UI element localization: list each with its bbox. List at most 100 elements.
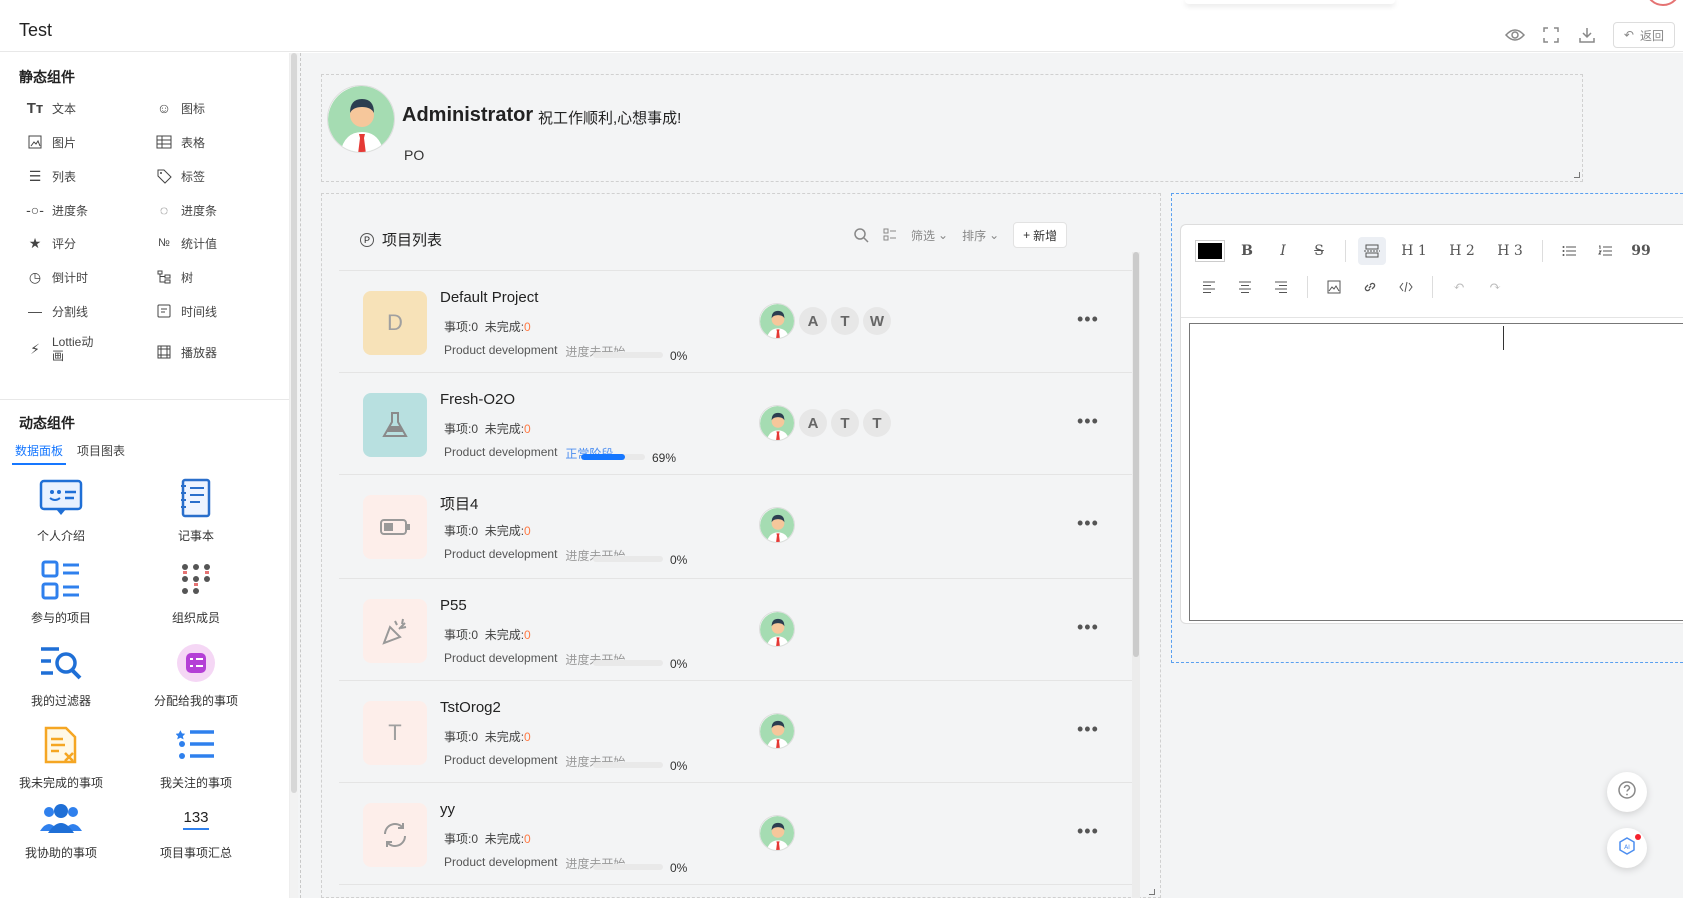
clock-icon: ◷: [28, 268, 42, 285]
progress-line-icon: -○-: [26, 202, 44, 218]
return-button[interactable]: ↶ 返回: [1612, 22, 1675, 48]
avatar[interactable]: [759, 507, 795, 543]
static-item-icon[interactable]: ☺ 图标: [155, 99, 205, 117]
quote-button[interactable]: 99: [1627, 237, 1655, 265]
add-project-button[interactable]: + 新增: [1013, 222, 1068, 248]
strikethrough-button[interactable]: S: [1305, 237, 1333, 265]
member-initial[interactable]: T: [831, 307, 859, 335]
undo-icon[interactable]: ↶: [1445, 273, 1473, 301]
member-initial[interactable]: A: [799, 307, 827, 335]
user-avatar[interactable]: [1645, 0, 1681, 6]
bullet-list-icon[interactable]: [1555, 237, 1583, 265]
more-options-icon[interactable]: •••: [1077, 411, 1099, 432]
avatar[interactable]: [759, 303, 795, 339]
project-category: Product development: [444, 343, 558, 357]
project-name: TstOrog2: [440, 699, 501, 716]
left-panel-scrollbar[interactable]: [290, 53, 298, 898]
more-options-icon[interactable]: •••: [1077, 821, 1099, 842]
member-initial[interactable]: T: [831, 409, 859, 437]
static-item-player[interactable]: 播放器: [155, 343, 217, 361]
insert-image-icon[interactable]: [1320, 273, 1348, 301]
static-item-list[interactable]: ☰ 列表: [26, 167, 76, 185]
project-toolbar: 筛选 ⌄ 排序 ⌄ + 新增: [853, 222, 1068, 248]
align-right-icon[interactable]: [1267, 273, 1295, 301]
static-item-image[interactable]: 图片: [26, 133, 76, 151]
more-options-icon[interactable]: •••: [1077, 617, 1099, 638]
download-icon[interactable]: [1577, 25, 1597, 45]
project-row[interactable]: TTstOrog2事项:0 未完成:0Product development进度…: [339, 681, 1132, 783]
horizontal-rule-icon[interactable]: [1358, 237, 1386, 265]
tab-data-panel[interactable]: 数据面板: [12, 442, 67, 465]
welcome-widget[interactable]: [321, 74, 1583, 182]
ordered-list-icon[interactable]: [1591, 237, 1619, 265]
unfinished-doc-icon: [38, 722, 84, 768]
static-item-countdown[interactable]: ◷ 倒计时: [26, 268, 88, 286]
static-item-rate[interactable]: ★ 评分: [26, 234, 76, 252]
static-item-text[interactable]: Tт 文本: [26, 99, 76, 117]
dyn-item-org-members[interactable]: 组织成员: [131, 557, 261, 626]
resize-handle[interactable]: [1574, 172, 1580, 178]
dyn-item-notebook[interactable]: 记事本: [131, 475, 261, 544]
avatar[interactable]: [759, 611, 795, 647]
dyn-item-summary[interactable]: 133 项目事项汇总: [131, 800, 261, 861]
dyn-item-unfinished[interactable]: 我未完成的事项: [0, 722, 126, 791]
dyn-item-assisted[interactable]: 我协助的事项: [0, 800, 126, 861]
member-initial[interactable]: W: [863, 307, 891, 335]
resize-handle[interactable]: [1149, 889, 1155, 895]
avatar[interactable]: [759, 713, 795, 749]
dyn-item-my-projects[interactable]: 参与的项目: [0, 557, 126, 626]
static-item-progress-line[interactable]: -○- 进度条: [26, 201, 88, 219]
layout-toggle-icon[interactable]: [883, 228, 897, 242]
project-row[interactable]: P55事项:0 未完成:0Product development进度未开始0%•…: [339, 579, 1132, 681]
avatar[interactable]: [759, 405, 795, 441]
more-options-icon[interactable]: •••: [1077, 719, 1099, 740]
project-row[interactable]: D Default Project 事项:0 未完成:0 Product develo…: [339, 271, 1132, 373]
project-p-icon: P: [360, 232, 374, 247]
avatar[interactable]: [759, 815, 795, 851]
text-color-picker[interactable]: [1195, 240, 1225, 262]
editor-content-area[interactable]: [1189, 323, 1683, 621]
search-icon[interactable]: [853, 227, 869, 243]
preview-eye-icon[interactable]: [1504, 25, 1525, 45]
heading-3-button[interactable]: H 3: [1490, 237, 1530, 265]
redo-icon[interactable]: ↷: [1481, 273, 1509, 301]
static-item-timeline[interactable]: 时间线: [155, 302, 217, 320]
static-item-lottie[interactable]: ⚡ Lottie动画: [26, 335, 126, 363]
italic-button[interactable]: I: [1269, 237, 1297, 265]
static-item-tree[interactable]: 树: [155, 268, 193, 286]
sort-dropdown[interactable]: 排序 ⌄: [962, 227, 999, 244]
dyn-item-my-filters[interactable]: 我的过滤器: [0, 640, 126, 709]
help-button[interactable]: [1607, 772, 1647, 812]
project-row[interactable]: Fresh-O2O事项:0 未完成:0Product development正常…: [339, 373, 1132, 475]
static-item-table[interactable]: 表格: [155, 133, 205, 151]
dyn-item-assigned[interactable]: 分配给我的事项: [131, 640, 261, 709]
member-initial[interactable]: A: [799, 409, 827, 437]
tab-project-charts[interactable]: 项目图表: [74, 442, 128, 465]
left-scroll-thumb[interactable]: [291, 53, 297, 793]
static-item-tag[interactable]: 标签: [155, 167, 205, 185]
bold-button[interactable]: B: [1233, 237, 1261, 265]
filter-dropdown[interactable]: 筛选 ⌄: [911, 227, 948, 244]
project-members: ATW: [759, 303, 891, 339]
align-center-icon[interactable]: [1231, 273, 1259, 301]
project-list-scroll-thumb[interactable]: [1133, 252, 1139, 657]
heading-1-button[interactable]: H 1: [1394, 237, 1434, 265]
ai-assistant-button[interactable]: AI: [1607, 828, 1647, 868]
static-item-divider[interactable]: — 分割线: [26, 302, 88, 320]
member-initial[interactable]: T: [863, 409, 891, 437]
insert-link-icon[interactable]: [1356, 273, 1384, 301]
static-item-progress-circle[interactable]: ◌ 进度条: [155, 201, 217, 219]
fullscreen-icon[interactable]: [1541, 25, 1561, 45]
heading-2-button[interactable]: H 2: [1442, 237, 1482, 265]
project-list-scrollbar[interactable]: [1132, 252, 1140, 898]
code-block-icon[interactable]: [1392, 273, 1420, 301]
static-item-statistic[interactable]: № 统计值: [155, 234, 217, 252]
more-options-icon[interactable]: •••: [1077, 513, 1099, 534]
project-row[interactable]: 项目4事项:0 未完成:0Product development进度未开始0%•…: [339, 475, 1132, 579]
more-options-icon[interactable]: •••: [1077, 309, 1099, 330]
dyn-item-profile[interactable]: 个人介绍: [0, 475, 126, 544]
project-stats: 事项:0 未完成:0: [444, 628, 531, 642]
project-row[interactable]: yy事项:0 未完成:0Product development进度未开始0%••…: [339, 783, 1132, 885]
dyn-item-followed[interactable]: 我关注的事项: [131, 722, 261, 791]
align-left-icon[interactable]: [1195, 273, 1223, 301]
